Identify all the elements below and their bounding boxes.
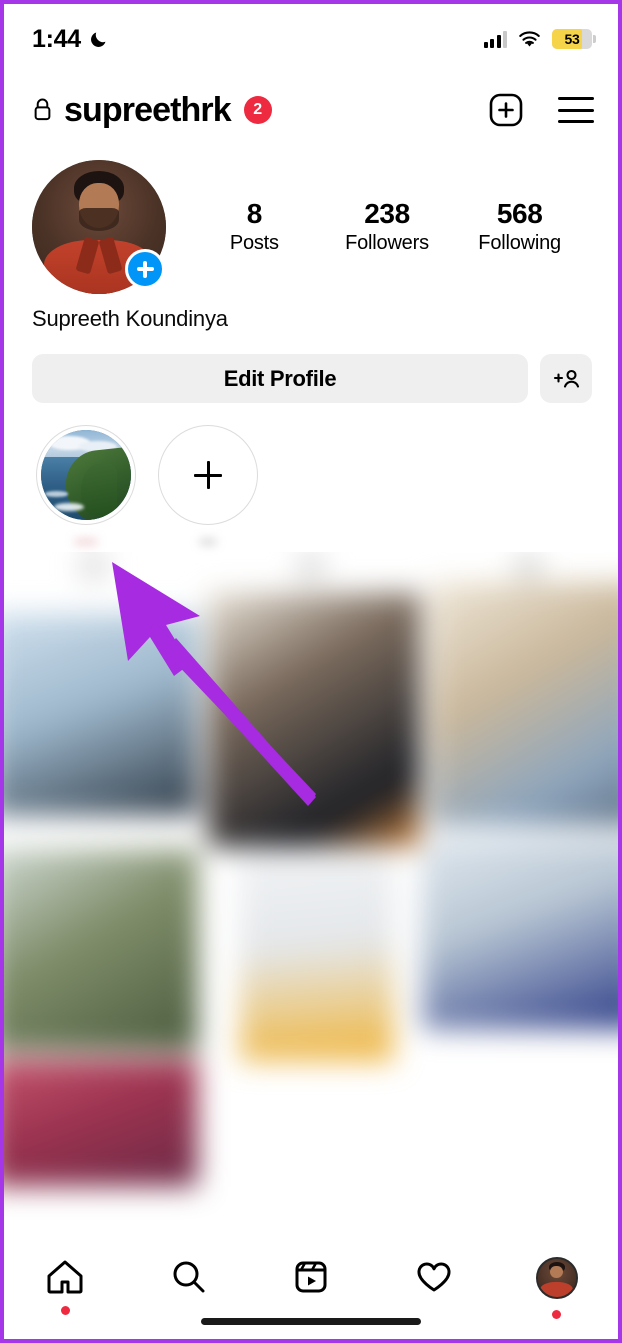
add-story-button[interactable] [125,249,165,289]
stat-followers-value: 238 [364,198,410,230]
stat-posts[interactable]: 8 Posts [212,198,296,255]
activity-notification-dot [429,1306,438,1315]
new-highlight-item[interactable]: ••• [158,425,258,550]
wifi-icon [519,31,540,46]
stat-followers[interactable]: 238 Followers [345,198,429,255]
search-icon [173,1261,205,1293]
stat-followers-label: Followers [345,231,429,254]
story-highlight-thumbnail[interactable] [36,425,136,525]
nav-item-profile[interactable] [521,1257,593,1319]
posts-grid-blurred [4,552,618,1243]
nav-item-search[interactable] [152,1257,224,1315]
reels-tab-icon[interactable] [298,553,324,579]
cellular-signal-icon [483,30,507,48]
post-tile[interactable] [430,582,618,826]
instagram-profile-screen: 1:44 53 supreethrk 2 8 Posts 238 Followe… [4,4,618,1339]
stat-following-label: Following [478,231,561,254]
add-person-button[interactable] [540,354,592,403]
phone-screenshot-frame: 1:44 53 supreethrk 2 8 Posts 238 Followe… [0,0,622,1343]
stat-following[interactable]: 568 Following [478,198,562,255]
profile-avatar-icon [535,1257,578,1299]
new-highlight-button[interactable] [158,425,258,525]
home-indicator [201,1318,421,1325]
status-bar-left: 1:44 [32,25,109,54]
plus-box-icon[interactable] [488,92,524,128]
tagged-tab-icon[interactable] [515,553,541,579]
story-highlight-item[interactable]: •••• [36,425,136,550]
home-notification-dot [60,1306,70,1315]
post-tile[interactable] [4,613,198,816]
profile-actions: Edit Profile [4,332,618,403]
home-icon [47,1260,83,1294]
posts-grid[interactable] [4,552,618,1243]
stat-posts-label: Posts [229,231,279,254]
header-actions [488,92,594,128]
profile-tabs[interactable] [4,552,618,582]
status-bar-right: 53 [483,29,596,49]
grid-tab-icon[interactable] [81,553,107,579]
add-person-icon [553,369,580,388]
post-tile[interactable] [208,592,421,848]
search-notification-dot [184,1306,193,1315]
post-tile[interactable] [422,838,618,1030]
hamburger-menu-icon[interactable] [558,97,594,123]
reels-notification-dot [306,1306,315,1315]
stat-following-value: 568 [496,198,543,230]
post-tile[interactable] [4,1059,198,1187]
new-highlight-label: ••• [199,534,217,550]
post-tile[interactable] [239,849,394,1062]
notification-badge[interactable]: 2 [243,96,272,124]
status-time: 1:44 [32,24,81,53]
battery-icon: 53 [552,29,596,49]
reels-icon [295,1261,327,1293]
battery-percent: 53 [564,31,580,47]
profile-summary: 8 Posts 238 Followers 568 Following [4,146,618,294]
avatar[interactable] [32,160,166,294]
nav-item-reels[interactable] [275,1257,347,1315]
story-highlight-label: •••• [74,534,98,550]
profile-stats: 8 Posts 238 Followers 568 Following [166,198,590,255]
username-text: supreethrk [64,90,232,129]
username-area[interactable]: supreethrk 2 [32,91,272,130]
profile-notification-dot [552,1310,562,1319]
profile-full-name: Supreeth Koundinya [32,306,228,331]
status-bar: 1:44 53 [4,4,618,74]
nav-item-activity[interactable] [398,1257,470,1315]
nav-item-home[interactable] [29,1257,101,1315]
bottom-navigation [4,1243,618,1339]
profile-header: supreethrk 2 [4,74,618,146]
coastal-cliff-photo [41,430,131,520]
post-tile[interactable] [4,849,198,1051]
story-highlights: •••• ••• [4,403,618,550]
edit-profile-button[interactable]: Edit Profile [32,354,528,403]
stat-posts-value: 8 [246,198,263,230]
heart-icon [417,1262,451,1292]
lock-icon [34,98,51,120]
moon-icon [90,32,106,47]
